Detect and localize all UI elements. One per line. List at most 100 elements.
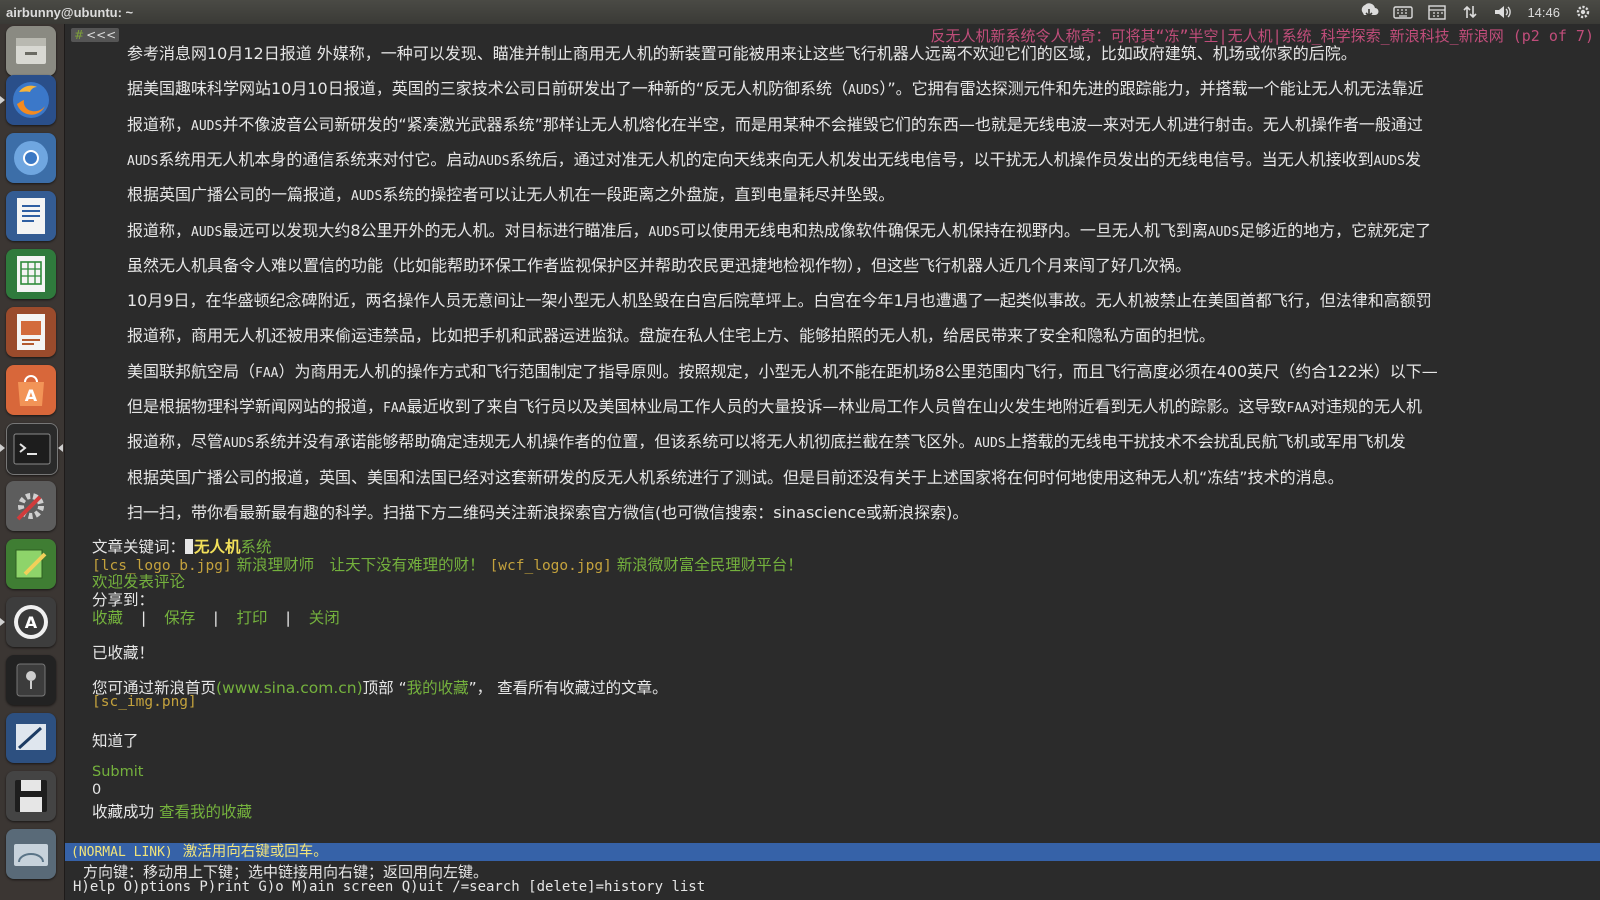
network-icon[interactable] — [1461, 3, 1479, 21]
paragraph-text: 可以使用无线电和热成像软件确保无人机保持在视野内。一旦无人机飞到离 — [679, 220, 1208, 240]
svg-text:A: A — [25, 386, 38, 405]
favorite-link[interactable]: 收藏 — [92, 609, 123, 627]
paragraph-text: AUDS — [191, 224, 223, 240]
paragraph-text: 报道称，尽管 — [127, 432, 224, 452]
ad-image-2: [wcf_logo.jpg] — [489, 558, 612, 574]
calc-icon[interactable] — [6, 249, 56, 299]
software-center-icon[interactable]: A — [6, 365, 56, 415]
submit-button[interactable]: Submit — [92, 764, 143, 780]
ad-line: [lcs_logo_b.jpg] 新浪理财师 让天下没有难理的财！ [wcf_l… — [92, 553, 803, 575]
paragraph-text: 根据英国广播公司的报道，英国、美国和法国已经对这套新研发的反无人机系统进行了测试… — [127, 467, 1344, 487]
back-label: <<< — [86, 28, 117, 42]
screenshot-icon[interactable] — [6, 713, 56, 763]
paragraph-text: AUDS — [351, 189, 383, 205]
saved-info-suffix: ”， 查看所有收藏过的文章。 — [468, 679, 668, 697]
separator: | — [285, 609, 291, 627]
paragraph-text: 对违规的无人机 — [1310, 397, 1423, 416]
volume-icon[interactable] — [1493, 3, 1513, 21]
got-it-text: 知道了 — [92, 732, 139, 750]
article-paragraph: 10月9日，在华盛顿纪念碑附近，两名操作人员无意间让一架小型无人机坠毁在白宫后院… — [127, 287, 1597, 311]
files-icon[interactable] — [6, 26, 56, 76]
article-paragraph: 扫一扫，带你看最新最有趣的科学。扫描下方二维码关注新浪探索官方微信(也可微信搜索… — [127, 499, 1597, 523]
article-paragraph: AUDS系统用无人机本身的通信系统来对付它。启动AUDS系统后，通过对准无人机的… — [127, 146, 1597, 170]
firefox-icon[interactable] — [6, 75, 56, 125]
paragraph-text: AUDS — [974, 436, 1006, 452]
text-cursor — [185, 539, 194, 554]
hash-marker: # — [74, 28, 85, 42]
paragraph-text: 发 — [1404, 149, 1421, 169]
paragraph-text: 系统用无人机本身的通信系统来对付它。启动 — [158, 149, 479, 169]
terminal-icon[interactable] — [6, 423, 58, 475]
launcher: A A — [0, 24, 65, 900]
paragraph-text: AUDS — [648, 224, 680, 240]
paragraph-text: ）为商用无人机的操作方式和飞行范围制定了指导原则。按照规定，小型无人机不能在距机… — [278, 361, 1438, 381]
paragraph-text: 报道称， — [127, 220, 192, 240]
separator: | — [213, 609, 219, 627]
ad-link-1[interactable]: 新浪理财师 让天下没有难理的财！ — [237, 556, 485, 574]
terminal-window: 反无人机新系统令人称奇：可将其“冻”半空|无人机|系统_科学探索_新浪科技_新浪… — [65, 24, 1600, 900]
paragraph-text: AUDS — [848, 83, 880, 99]
paragraph-text: 但是根据物理科学新闻网站的报道， — [127, 397, 384, 416]
view-favorites-link[interactable]: 查看我的收藏 — [159, 803, 252, 821]
paragraph-text: 报道称，商用无人机还被用来偷运违禁品，比如把手机和武器运进监狱。盘旋在私人住宅上… — [127, 326, 1216, 346]
article-paragraph: 虽然无人机具备令人难以置信的功能（比如能帮助环保工作者监视保护区并帮助农民更迅捷… — [127, 252, 1597, 276]
paragraph-text: 足够近的地方，它就死定了 — [1239, 220, 1432, 240]
paragraph-text: 报道称， — [127, 114, 192, 134]
paragraph-text: AUDS — [127, 153, 159, 169]
paragraph-text: 参考消息网10月12日报道 外媒称，一种可以发现、瞄准并制止商用无人机的新装置可… — [127, 44, 1357, 63]
article-paragraph: 报道称，尽管AUDS系统并没有承诺能够帮助确定违规无人机操作者的位置，但该系统可… — [127, 428, 1597, 452]
software-updater-icon[interactable]: A — [6, 597, 56, 647]
paragraph-text: AUDS — [223, 436, 255, 452]
paragraph-text: AUDS — [1373, 153, 1405, 169]
article-paragraph: 报道称，商用无人机还被用来偷运违禁品，比如把手机和武器运进监狱。盘旋在私人住宅上… — [127, 322, 1597, 346]
system-settings-icon[interactable] — [6, 481, 56, 531]
close-link[interactable]: 关闭 — [309, 609, 340, 627]
my-favorites-link[interactable]: 我的收藏 — [407, 679, 469, 697]
paragraph-text: ）”。它拥有雷达探测元件和先进的跟踪能力，并搭载一个能让无人机无法靠近 — [879, 79, 1424, 99]
article-paragraph: 参考消息网10月12日报道 外媒称，一种可以发现、瞄准并制止商用无人机的新装置可… — [127, 40, 1597, 64]
keyboard-icon[interactable] — [1393, 4, 1414, 20]
article-paragraph: 根据英国广播公司的报道，英国、美国和法国已经对这套新研发的反无人机系统进行了测试… — [127, 464, 1597, 488]
download-icon[interactable] — [1359, 3, 1379, 21]
ad-link-2[interactable]: 新浪微财富全民理财平台！ — [617, 556, 803, 574]
paragraph-text: 系统后，通过对准无人机的定向天线来向无人机发出无线电信号，以干扰无人机操作员发出… — [509, 149, 1374, 169]
save-link[interactable]: 保存 — [164, 609, 195, 627]
article-paragraph: 根据英国广播公司的一篇报道，AUDS系统的操控者可以让无人机在一段距离之外盘旋，… — [127, 181, 1597, 205]
paragraph-text: 扫一扫，带你看最新最有趣的科学。扫描下方二维码关注新浪探索官方微信(也可微信搜索… — [127, 502, 969, 522]
paragraph-text: FAA — [383, 401, 407, 416]
window-title: airbunny@ubuntu: ~ — [6, 4, 134, 20]
paragraph-text: 系统并没有承诺能够帮助确定违规无人机操作者的位置，但该系统可以将无人机彻底拦截在… — [254, 432, 975, 452]
back-button[interactable]: # <<< — [71, 28, 120, 42]
launcher-pip — [0, 96, 5, 104]
status-bar: (NORMAL LINK) 激活用向右键或回车。 — [65, 843, 1600, 861]
saved-message: 已收藏！ — [92, 644, 155, 662]
article-paragraph: 但是根据物理科学新闻网站的报道，FAA最近收到了来自飞行员以及美国林业局工作人员… — [127, 393, 1597, 417]
article-paragraph: 据美国趣味科学网站10月10日报道，英国的三家技术公司日前研发出了一种新的“反无… — [127, 75, 1597, 99]
save-icon[interactable] — [6, 771, 56, 821]
print-link[interactable]: 打印 — [237, 609, 268, 627]
launcher-pip-right — [58, 444, 63, 452]
clock[interactable]: 14:46 — [1527, 5, 1560, 20]
paragraph-text: 美国联邦航空局（ — [127, 361, 256, 381]
saved-info-mid: 顶部 “ — [362, 679, 407, 697]
command-help: H)elp O)ptions P)rint G)o M)ain screen Q… — [73, 879, 706, 895]
writer-icon[interactable] — [6, 191, 56, 241]
gear-icon[interactable] — [1574, 3, 1592, 21]
separator: | — [141, 609, 147, 627]
paragraph-text: 10月9日，在华盛顿纪念碑附近，两名操作人员无意间让一架小型无人机坠毁在白宫后院… — [127, 291, 1432, 311]
text-editor-icon[interactable] — [6, 539, 56, 589]
impress-icon[interactable] — [6, 307, 56, 357]
disk-image-icon[interactable] — [6, 829, 56, 879]
launcher-pip — [0, 444, 5, 452]
top-panel: airbunny@ubuntu: ~ 14:46 — [0, 0, 1600, 24]
action-links: 收藏 | 保存 | 打印 | 关闭 — [92, 606, 340, 628]
paragraph-text: FAA — [255, 365, 279, 381]
paragraph-text: 最远可以发现大约8公里开外的无人机。对目标进行瞄准后， — [222, 220, 649, 240]
sina-home-link[interactable]: (www.sina.com.cn) — [216, 679, 363, 697]
disk-utility-icon[interactable] — [6, 655, 56, 705]
calendar-icon[interactable] — [1427, 4, 1447, 20]
paragraph-text: AUDS — [1207, 224, 1240, 240]
paragraph-text: AUDS — [191, 118, 223, 134]
chromium-icon[interactable] — [6, 133, 56, 183]
paragraph-text: 虽然无人机具备令人难以置信的功能（比如能帮助环保工作者监视保护区并帮助农民更迅捷… — [127, 255, 1192, 275]
